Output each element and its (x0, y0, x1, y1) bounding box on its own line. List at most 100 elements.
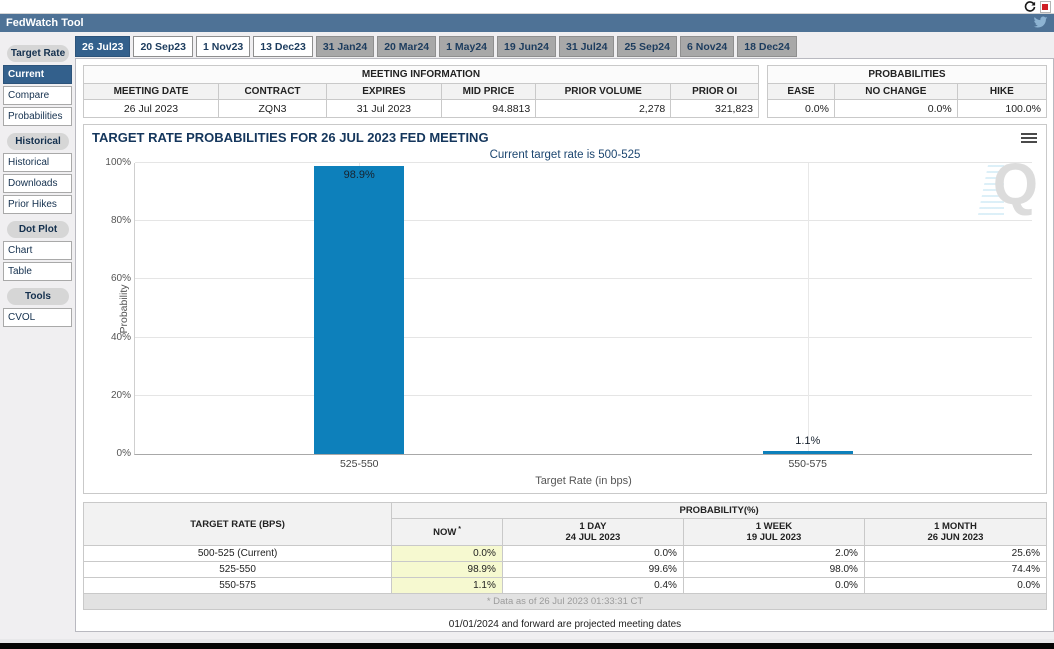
y-tick-label: 40% (110, 331, 131, 343)
tab-25-sep24[interactable]: 25 Sep24 (617, 36, 677, 57)
projected-dates-note: 01/01/2024 and forward are projected mee… (448, 619, 682, 630)
probability-history-table: TARGET RATE (BPS) PROBABILITY(%) NOW * 1 DA… (82, 502, 1048, 610)
prob-value-no-change: 0.0% (833, 99, 958, 118)
sidebar-item-historical[interactable]: Historical (3, 153, 72, 172)
sidebar-item-table[interactable]: Table (3, 262, 72, 281)
col-1-month: 1 MONTH 26 JUN 2023 (863, 518, 1048, 546)
y-tick-label: 80% (110, 215, 131, 227)
meeting-info-value-expires: 31 Jul 2023 (326, 99, 442, 118)
prob-col-no-change: NO CHANGE (833, 83, 958, 100)
gridline (135, 394, 1032, 396)
cell-now: 1.1% (391, 577, 503, 594)
tab-31-jul24[interactable]: 31 Jul24 (558, 36, 615, 57)
col-probability-group: PROBABILITY(%) (391, 502, 1047, 519)
col-now: NOW * (391, 518, 503, 546)
menu-icon[interactable] (1021, 133, 1037, 145)
cell-1-week: 2.0% (682, 545, 865, 562)
x-tick-550-575: 550-575 (788, 458, 828, 470)
tab-26-jul23[interactable]: 26 Jul23 (75, 36, 131, 57)
bar-550-575 (762, 450, 853, 454)
main-panel: MEETING INFORMATION MEETING DATE CONTRACT E… (75, 58, 1054, 632)
y-tick-label: 100% (105, 157, 131, 168)
tab-18-dec24[interactable]: 18 Dec24 (737, 36, 797, 57)
chart-title: TARGET RATE PROBABILITIES FOR 26 JUL 202… (92, 130, 489, 145)
meeting-info-col-meeting-date: MEETING DATE (83, 83, 219, 100)
bar-value-label: 1.1% (795, 434, 821, 447)
meeting-info-value-contract: ZQN3 (218, 99, 327, 118)
probabilities-title: PROBABILITIES (767, 65, 1047, 84)
table-row-500-525-current-: 500-525 (Current) 0.0% 0.0% 2.0% 25.6% (82, 545, 1048, 562)
page-bottom-strip (0, 639, 1054, 649)
chart-subtitle: Current target rate is 500-525 (489, 149, 641, 161)
prob-value-ease: 0.0% (767, 99, 835, 118)
sidebar-section-target-rate: Target Rate (7, 45, 69, 62)
bar-value-label: 98.9% (343, 169, 375, 182)
y-tick-label: 60% (110, 273, 131, 285)
app-titlebar: FedWatch Tool (0, 14, 1054, 32)
cell-1-month: 74.4% (863, 561, 1048, 578)
prob-col-hike: HIKE (956, 83, 1048, 100)
meeting-info-col-mid-price: MID PRICE (440, 83, 537, 100)
gridline (135, 278, 1032, 280)
meeting-info-col-contract: CONTRACT (218, 83, 327, 100)
cell-1-week: 98.0% (682, 561, 865, 578)
cell-1-week: 0.0% (682, 577, 865, 594)
prob-col-ease: EASE (767, 83, 835, 100)
cell-1-day: 0.0% (501, 545, 684, 562)
cell-rate: 525-550 (82, 561, 393, 578)
tab-20-mar24[interactable]: 20 Mar24 (377, 36, 437, 57)
gridline (135, 162, 1032, 163)
table-row-525-550: 525-550 98.9% 99.6% 98.0% 74.4% (82, 561, 1048, 578)
col-1-day: 1 DAY 24 JUL 2023 (501, 518, 684, 546)
col-target-rate-bps: TARGET RATE (BPS) (82, 502, 393, 546)
sidebar-item-current[interactable]: Current (3, 65, 72, 84)
sidebar-section-tools: Tools (7, 288, 69, 305)
sidebar-section-dot-plot: Dot Plot (7, 221, 69, 238)
sidebar: Target Rate Current Compare Probabilities Hi… (2, 34, 72, 632)
tab-19-jun24[interactable]: 19 Jun24 (497, 36, 556, 57)
meeting-info-value-prior-volume: 2,278 (535, 99, 672, 118)
meeting-date-tabbar: 26 Jul23 20 Sep23 1 Nov23 13 Dec23 31 Jan24 2… (75, 34, 1054, 58)
tab-6-nov24[interactable]: 6 Nov24 (679, 36, 735, 57)
meeting-info-col-prior-volume: PRIOR VOLUME (535, 83, 672, 100)
meeting-info-value-meeting-date: 26 Jul 2023 (83, 99, 219, 118)
y-tick-label: 0% (116, 448, 131, 459)
tab-1-nov23[interactable]: 1 Nov23 (196, 36, 251, 57)
cell-1-month: 25.6% (863, 545, 1048, 562)
pdf-export-icon[interactable] (1040, 1, 1051, 13)
refresh-icon[interactable] (1024, 1, 1036, 13)
meeting-info-col-expires: EXPIRES (326, 83, 442, 100)
x-tick-525-550: 525-550 (339, 458, 379, 470)
sidebar-item-cvol[interactable]: CVOL (3, 308, 72, 327)
cell-rate: 550-575 (82, 577, 393, 594)
tab-1-may24[interactable]: 1 May24 (439, 36, 495, 57)
meeting-info-col-prior-oi: PRIOR OI (670, 83, 759, 100)
app-title: FedWatch Tool (6, 17, 84, 29)
sidebar-item-downloads[interactable]: Downloads (3, 174, 72, 193)
window-top-strip (0, 0, 1054, 14)
tab-31-jan24[interactable]: 31 Jan24 (315, 36, 375, 57)
sidebar-section-historical: Historical (7, 133, 69, 150)
meeting-info-value-prior-oi: 321,823 (670, 99, 759, 118)
bar-525-550 (314, 166, 405, 454)
chart-plot-area: Probability Target Rate (in bps) 0% 20% 40… (105, 157, 1032, 487)
sidebar-item-compare[interactable]: Compare (3, 86, 72, 105)
tab-13-dec23[interactable]: 13 Dec23 (253, 36, 313, 57)
sidebar-item-probabilities[interactable]: Probabilities (3, 107, 72, 126)
tab-20-sep23[interactable]: 20 Sep23 (133, 36, 193, 57)
meeting-information-table: MEETING INFORMATION MEETING DATE CONTRACT E… (83, 65, 759, 118)
table-row-550-575: 550-575 1.1% 0.4% 0.0% 0.0% (82, 577, 1048, 594)
cell-rate: 500-525 (Current) (82, 545, 393, 562)
twitter-icon[interactable] (1033, 16, 1048, 32)
cell-now: 98.9% (391, 561, 503, 578)
sidebar-item-prior-hikes[interactable]: Prior Hikes (3, 195, 72, 214)
cell-1-month: 0.0% (863, 577, 1048, 594)
sidebar-item-chart[interactable]: Chart (3, 241, 72, 260)
cell-now: 0.0% (391, 545, 503, 562)
category-gridline (807, 163, 809, 454)
meeting-info-value-mid-price: 94.8813 (440, 99, 537, 118)
cell-1-day: 0.4% (501, 577, 684, 594)
prob-value-hike: 100.0% (956, 99, 1048, 118)
cell-1-day: 99.6% (501, 561, 684, 578)
data-as-of-footnote: * Data as of 26 Jul 2023 01:33:31 CT (83, 593, 1047, 610)
